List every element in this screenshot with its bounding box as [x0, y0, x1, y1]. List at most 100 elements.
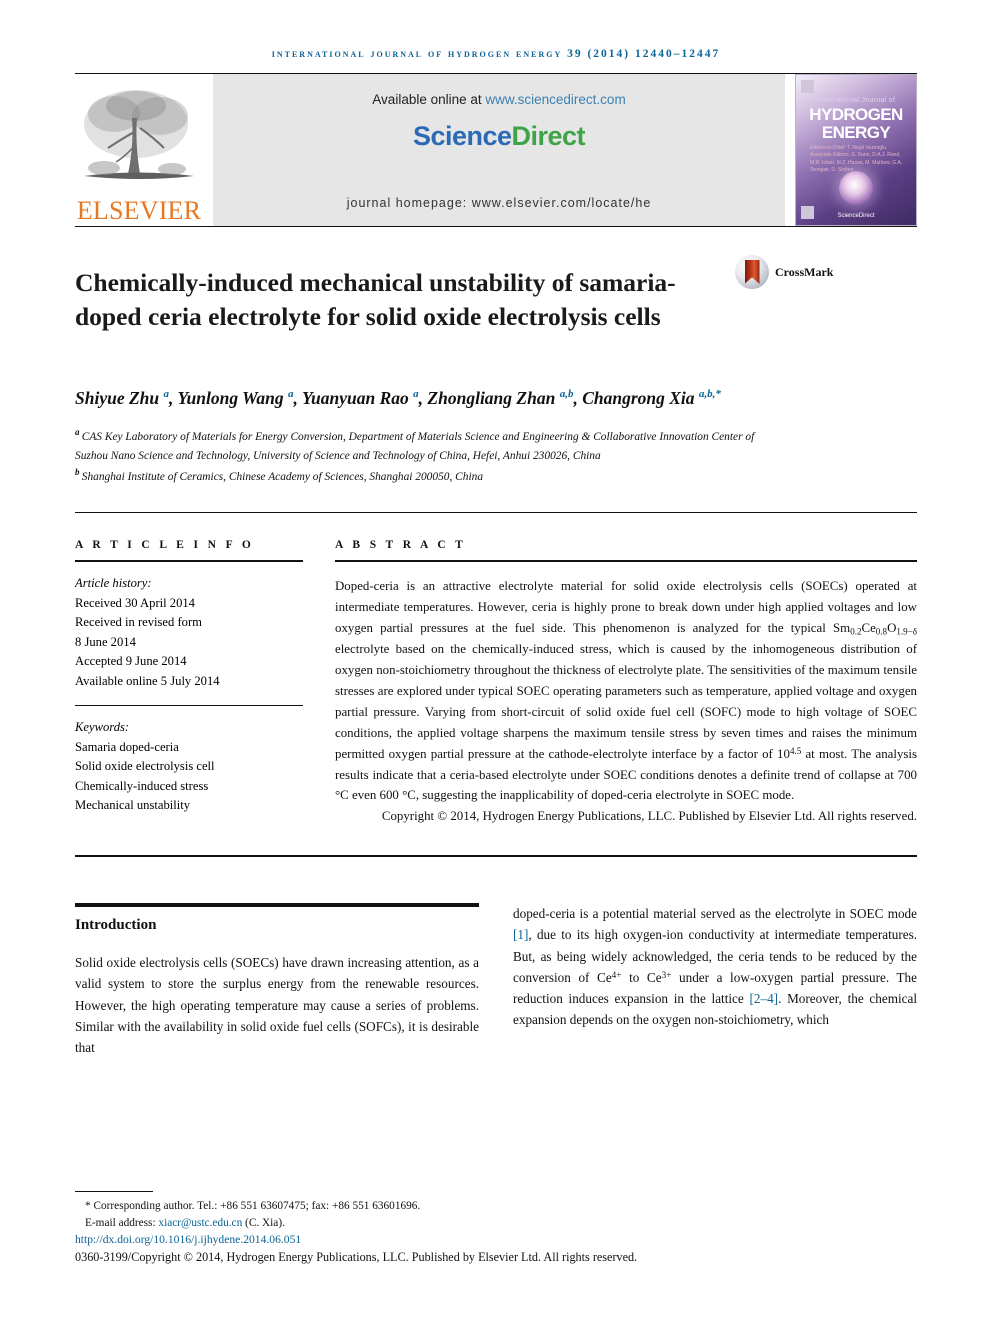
email-label: E-mail address:	[85, 1217, 159, 1230]
author-list: Shiyue Zhu a, Yunlong Wang a, Yuanyuan R…	[75, 386, 775, 411]
divider-masthead	[75, 226, 917, 227]
journal-cover-image: International Journal of HYDROGEN ENERGY…	[795, 74, 917, 226]
page-footer: * Corresponding author. Tel.: +86 551 63…	[75, 1191, 917, 1265]
author-separator: ,	[293, 388, 302, 409]
email-link[interactable]: xiacr@ustc.edu.cn	[158, 1217, 242, 1229]
intro-paragraph-right: doped-ceria is a potential material serv…	[513, 903, 917, 1030]
journal-cover-inner: International Journal of HYDROGEN ENERGY…	[796, 75, 916, 225]
title-row: Chemically-induced mechanical unstabilit…	[75, 249, 917, 350]
crossmark-label: CrossMark	[775, 264, 834, 279]
crossmark-badge[interactable]: CrossMark	[735, 249, 845, 289]
article-info-column: A R T I C L E I N F O Article history: R…	[75, 539, 303, 827]
article-history-item: Received 30 April 2014	[75, 595, 195, 610]
elsevier-logo: ELSEVIER	[75, 74, 203, 226]
author-name: Changrong Xia	[582, 388, 699, 409]
abstract-part-1: Doped-ceria is an attractive electrolyte…	[335, 579, 917, 636]
sciencedirect-banner: Available online at www.sciencedirect.co…	[213, 74, 785, 226]
abstract-column: A B S T R A C T Doped-ceria is an attrac…	[335, 539, 917, 827]
intro-text-run: to Ce	[621, 969, 662, 985]
keyword-item: Samaria doped-ceria	[75, 739, 179, 754]
email-note: E-mail address: xiacr@ustc.edu.cn (C. Xi…	[75, 1215, 917, 1232]
abstract-text: Doped-ceria is an attractive electrolyte…	[335, 576, 917, 806]
article-history-items: Received 30 April 2014 Received in revise…	[75, 594, 303, 692]
author-separator: ,	[573, 388, 583, 409]
keyword-item: Chemically-induced stress	[75, 778, 209, 793]
article-info-rule	[75, 560, 303, 563]
keywords-items: Samaria doped-ceria Solid oxide electroly…	[75, 738, 303, 816]
author-name: Shiyue Zhu	[75, 388, 164, 409]
article-history-item: Available online 5 July 2014	[75, 673, 220, 688]
affiliation-marker: b	[75, 467, 82, 478]
info-abstract-grid: A R T I C L E I N F O Article history: R…	[75, 539, 917, 827]
abstract-body: Doped-ceria is an attractive electrolyte…	[335, 576, 917, 827]
abstract-heading: A B S T R A C T	[335, 539, 467, 552]
affiliation-entry: b Shanghai Institute of Ceramics, Chines…	[75, 465, 775, 486]
issn-copyright-line: 0360-3199/Copyright © 2014, Hydrogen Ene…	[75, 1250, 638, 1264]
body-columns: Introduction Solid oxide electrolysis ce…	[75, 903, 917, 1058]
author-name: Zhongliang Zhan	[427, 388, 560, 409]
article-history-item: Received in revised form	[75, 615, 202, 630]
affiliation-entry: a CAS Key Laboratory of Materials for En…	[75, 425, 775, 465]
keyword-item: Mechanical unstability	[75, 798, 191, 813]
abstract-part-2: electrolyte based on the chemically-indu…	[335, 642, 917, 761]
divider-before-info	[75, 512, 917, 514]
chemical-formula: Sm0.2Ce0.8O1.9−δ	[832, 621, 917, 637]
superscript: 4+	[611, 969, 622, 980]
intro-text-run: doped-ceria is a potential material serv…	[513, 906, 917, 922]
elsevier-wordmark: ELSEVIER	[76, 196, 202, 225]
intro-paragraph-left: Solid oxide electrolysis cells (SOECs) h…	[75, 955, 479, 1055]
corresponding-author-note: * Corresponding author. Tel.: +86 551 63…	[85, 1200, 421, 1213]
body-column-right: doped-ceria is a potential material serv…	[513, 903, 917, 1058]
affiliation-text: Shanghai Institute of Ceramics, Chinese …	[81, 470, 484, 483]
article-info-heading: A R T I C L E I N F O	[75, 539, 255, 552]
article-history-block: Article history: Received 30 April 2014 R…	[75, 574, 303, 691]
author-name: Yuanyuan Rao	[301, 388, 414, 409]
page-title: Chemically-induced mechanical unstabilit…	[75, 268, 676, 331]
abstract-exponent: 4.5	[789, 745, 802, 756]
affiliation-text: CAS Key Laboratory of Materials for Ener…	[75, 431, 755, 462]
cover-sciencedirect-label: ScienceDirect	[837, 213, 875, 219]
affiliation-marker: a	[75, 427, 82, 438]
article-history-label: Article history:	[75, 576, 152, 591]
article-history-item: 8 June 2014	[75, 634, 136, 649]
cover-badge-top-icon	[801, 80, 814, 93]
sciencedirect-logo[interactable]: ScienceDirect	[412, 121, 586, 152]
footer-rule	[75, 1191, 153, 1193]
cover-line-hydrogen: HYDROGEN	[809, 105, 903, 124]
section-title-introduction: Introduction	[75, 917, 157, 934]
affiliation-list: a CAS Key Laboratory of Materials for En…	[75, 425, 775, 486]
reference-link[interactable]: [1]	[513, 927, 528, 942]
doi-link[interactable]: http://dx.doi.org/10.1016/j.ijhydene.201…	[75, 1233, 917, 1246]
divider-after-abstract	[75, 855, 917, 858]
author-affiliation-marker: a,b	[559, 388, 574, 401]
keyword-item: Solid oxide electrolysis cell	[75, 759, 215, 774]
journal-homepage-line[interactable]: journal homepage: www.elsevier.com/locat…	[213, 196, 785, 210]
cover-orb-graphic	[839, 171, 873, 205]
keywords-label: Keywords:	[75, 720, 130, 735]
crossmark-book-icon	[744, 260, 760, 284]
article-history-item: Accepted 9 June 2014	[75, 654, 187, 669]
superscript: 3+	[661, 969, 672, 980]
article-page: International Journal of Hydrogen Energy…	[0, 0, 992, 1323]
cover-line-top: International Journal of	[816, 97, 896, 104]
sciencedirect-link[interactable]: www.sciencedirect.com	[485, 92, 625, 107]
author-affiliation-marker: a,b,*	[698, 388, 721, 401]
abstract-copyright: Copyright © 2014, Hydrogen Energy Public…	[381, 809, 917, 824]
body-column-left: Introduction Solid oxide electrolysis ce…	[75, 903, 479, 1058]
available-online-line: Available online at www.sciencedirect.co…	[372, 92, 625, 107]
author-name: Yunlong Wang	[177, 388, 289, 409]
keywords-block: Keywords: Samaria doped-ceria Solid oxide…	[75, 718, 303, 816]
section-bar	[75, 903, 479, 908]
crossmark-icon	[735, 255, 769, 289]
cover-editors: Editors-in-Chief: T. Nejat Veziroglu Ass…	[810, 145, 903, 173]
reference-link[interactable]: [2–4]	[749, 991, 778, 1006]
journal-masthead: ELSEVIER Available online at www.science…	[75, 74, 917, 226]
email-suffix: (C. Xia).	[242, 1217, 285, 1230]
abstract-rule	[335, 560, 917, 563]
keywords-rule	[75, 705, 303, 707]
available-online-prefix: Available online at	[372, 92, 486, 107]
elsevier-tree-icon	[84, 90, 194, 179]
running-head: International Journal of Hydrogen Energy…	[271, 48, 721, 60]
sciencedirect-logo-direct: Direct	[511, 121, 586, 151]
sciencedirect-logo-science: Science	[412, 121, 512, 151]
